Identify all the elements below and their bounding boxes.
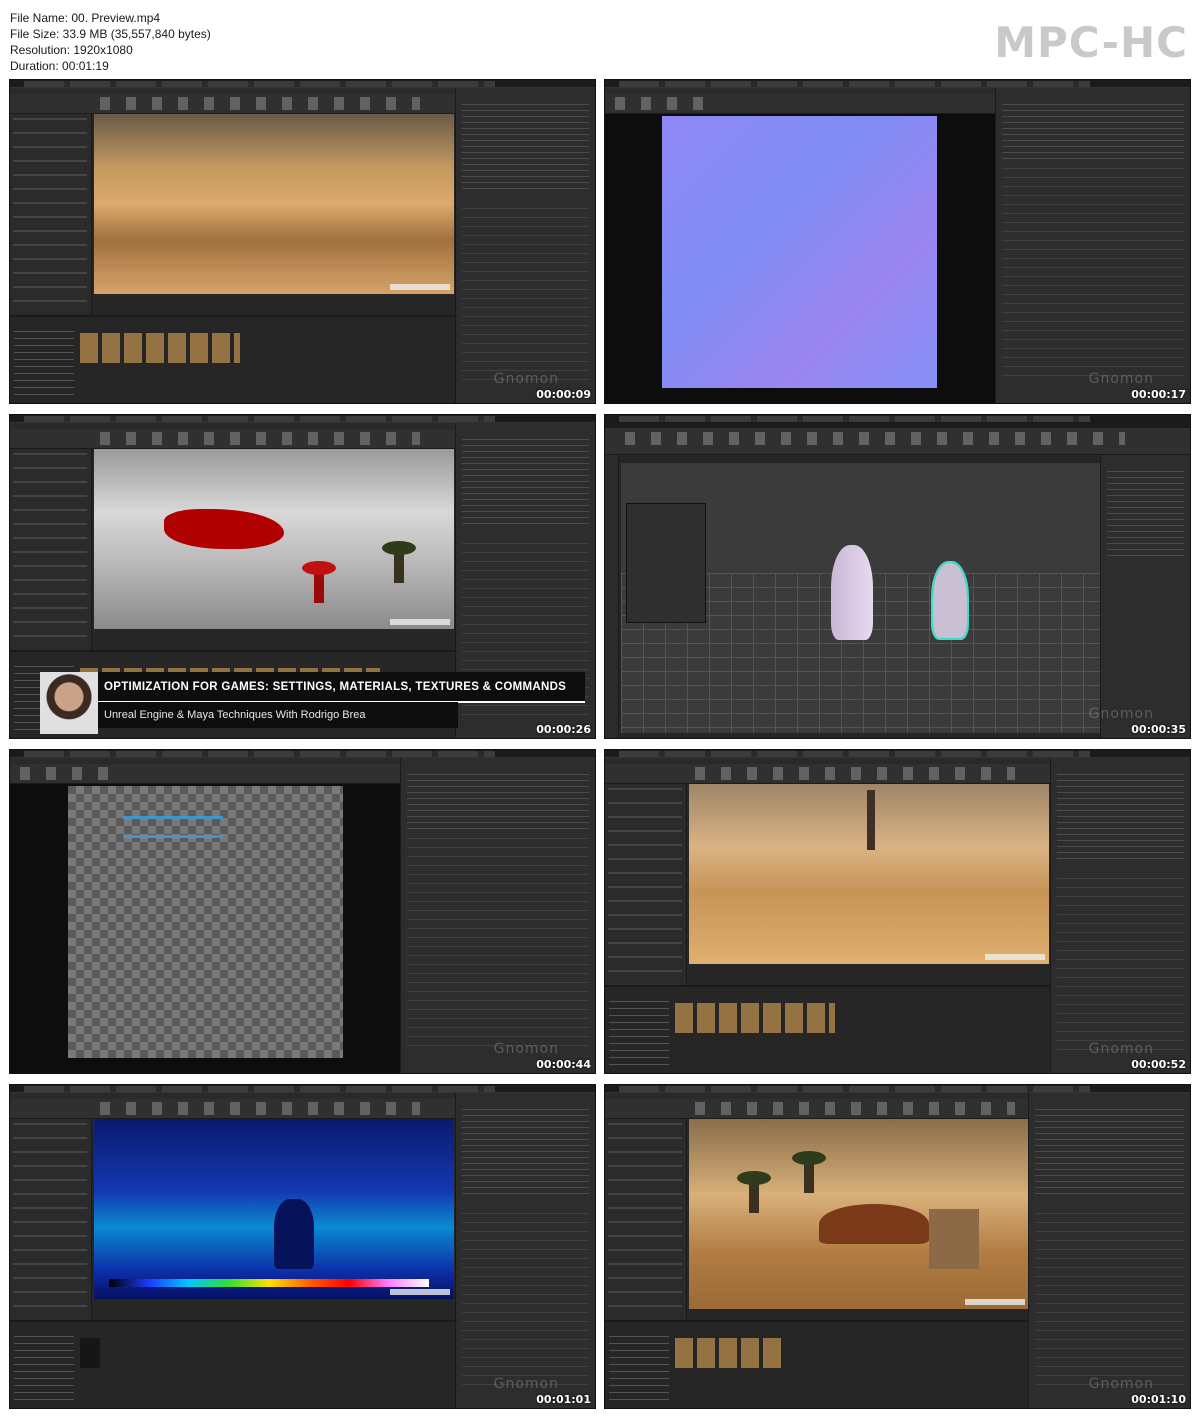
details-panel bbox=[1028, 1093, 1190, 1408]
thumbnail-8[interactable]: Gnomon 00:01:10 bbox=[604, 1084, 1191, 1409]
alpha-texture bbox=[68, 786, 343, 1058]
tab-bar bbox=[10, 750, 595, 758]
maya-menu bbox=[605, 415, 1190, 429]
course-title: OPTIMIZATION FOR GAMES: SETTINGS, MATERI… bbox=[98, 672, 585, 702]
course-subtitle: Unreal Engine & Maya Techniques With Rod… bbox=[98, 702, 458, 728]
details-panel bbox=[400, 758, 595, 1073]
gnomon-watermark: Gnomon bbox=[493, 371, 559, 387]
resolution: Resolution: 1920x1080 bbox=[10, 43, 133, 57]
tab-bar bbox=[605, 80, 1190, 88]
palm bbox=[792, 1151, 826, 1193]
maya-toolbox bbox=[605, 455, 619, 738]
texture-preview[interactable] bbox=[10, 784, 402, 1073]
complexity-legend bbox=[109, 1279, 429, 1287]
timestamp: 00:00:52 bbox=[1131, 1058, 1186, 1071]
thumbnail-3[interactable]: OPTIMIZATION FOR GAMES: SETTINGS, MATERI… bbox=[9, 414, 596, 739]
timestamp: 00:00:44 bbox=[536, 1058, 591, 1071]
outliner-panel bbox=[1050, 758, 1190, 1073]
viewport[interactable] bbox=[689, 1119, 1029, 1309]
viewport[interactable] bbox=[94, 449, 454, 629]
modes-panel bbox=[10, 114, 92, 315]
gnomon-watermark: Gnomon bbox=[1088, 1041, 1154, 1057]
tab-bar bbox=[605, 1085, 1190, 1093]
tab-bar bbox=[10, 80, 595, 88]
palm bbox=[737, 1171, 771, 1213]
tent bbox=[819, 1204, 929, 1244]
modes-panel bbox=[605, 784, 687, 985]
obelisk bbox=[867, 790, 875, 850]
content-browser bbox=[10, 315, 455, 403]
timestamp: 00:00:35 bbox=[1131, 723, 1186, 736]
content-browser bbox=[10, 1320, 455, 1408]
viewport[interactable] bbox=[94, 1119, 454, 1299]
outliner-window bbox=[626, 503, 706, 623]
tab-bar bbox=[10, 1085, 595, 1093]
thumbnail-7[interactable]: Gnomon 00:01:01 bbox=[9, 1084, 596, 1409]
modes-panel bbox=[10, 449, 92, 650]
structure bbox=[274, 1199, 314, 1269]
palm bbox=[382, 541, 416, 583]
red-highlight bbox=[164, 509, 284, 549]
gnomon-watermark: Gnomon bbox=[493, 1376, 559, 1392]
file-info: File Name: 00. Preview.mp4 File Size: 33… bbox=[10, 10, 211, 74]
duration: Duration: 00:01:19 bbox=[10, 59, 109, 73]
modes-panel bbox=[10, 1119, 92, 1320]
gnomon-watermark: Gnomon bbox=[1088, 706, 1154, 722]
vase-selected bbox=[931, 561, 969, 640]
outliner-panel bbox=[455, 1093, 595, 1408]
channel-box bbox=[1100, 455, 1190, 738]
timestamp: 00:01:10 bbox=[1131, 1393, 1186, 1406]
details-panel bbox=[995, 88, 1190, 403]
player-logo: MPC-HC bbox=[994, 18, 1188, 67]
file-name: File Name: 00. Preview.mp4 bbox=[10, 11, 161, 25]
texture-preview[interactable] bbox=[605, 114, 997, 403]
timestamp: 00:00:17 bbox=[1131, 388, 1186, 401]
thumbnail-4[interactable]: Gnomon 00:00:35 bbox=[604, 414, 1191, 739]
timestamp: 00:01:01 bbox=[536, 1393, 591, 1406]
thumbnail-2[interactable]: Gnomon 00:00:17 bbox=[604, 79, 1191, 404]
file-size: File Size: 33.9 MB (35,557,840 bytes) bbox=[10, 27, 211, 41]
content-browser bbox=[605, 1320, 1028, 1408]
viewport[interactable] bbox=[689, 784, 1049, 964]
maya-viewport[interactable] bbox=[621, 463, 1101, 733]
normal-map bbox=[662, 116, 937, 388]
instructor-photo bbox=[40, 672, 98, 734]
tab-bar bbox=[10, 415, 595, 423]
tab-bar bbox=[605, 750, 1190, 758]
thumbnail-1[interactable]: Gnomon 00:00:09 bbox=[9, 79, 596, 404]
timestamp: 00:00:26 bbox=[536, 723, 591, 736]
content-browser bbox=[605, 985, 1050, 1073]
vase-mesh bbox=[831, 545, 873, 640]
thumbnail-5[interactable]: Gnomon 00:00:44 bbox=[9, 749, 596, 1074]
modes-panel bbox=[605, 1119, 687, 1320]
gnomon-watermark: Gnomon bbox=[493, 1041, 559, 1057]
glyph-decal bbox=[123, 816, 223, 838]
outliner-panel bbox=[455, 88, 595, 403]
timestamp: 00:00:09 bbox=[536, 388, 591, 401]
building bbox=[929, 1209, 979, 1269]
gnomon-watermark: Gnomon bbox=[1088, 371, 1154, 387]
palm bbox=[302, 561, 336, 603]
course-banner: OPTIMIZATION FOR GAMES: SETTINGS, MATERI… bbox=[40, 672, 585, 734]
gnomon-watermark: Gnomon bbox=[1088, 1376, 1154, 1392]
maya-shelf bbox=[605, 429, 1190, 455]
viewport[interactable] bbox=[94, 114, 454, 294]
thumbnail-6[interactable]: Gnomon 00:00:52 bbox=[604, 749, 1191, 1074]
